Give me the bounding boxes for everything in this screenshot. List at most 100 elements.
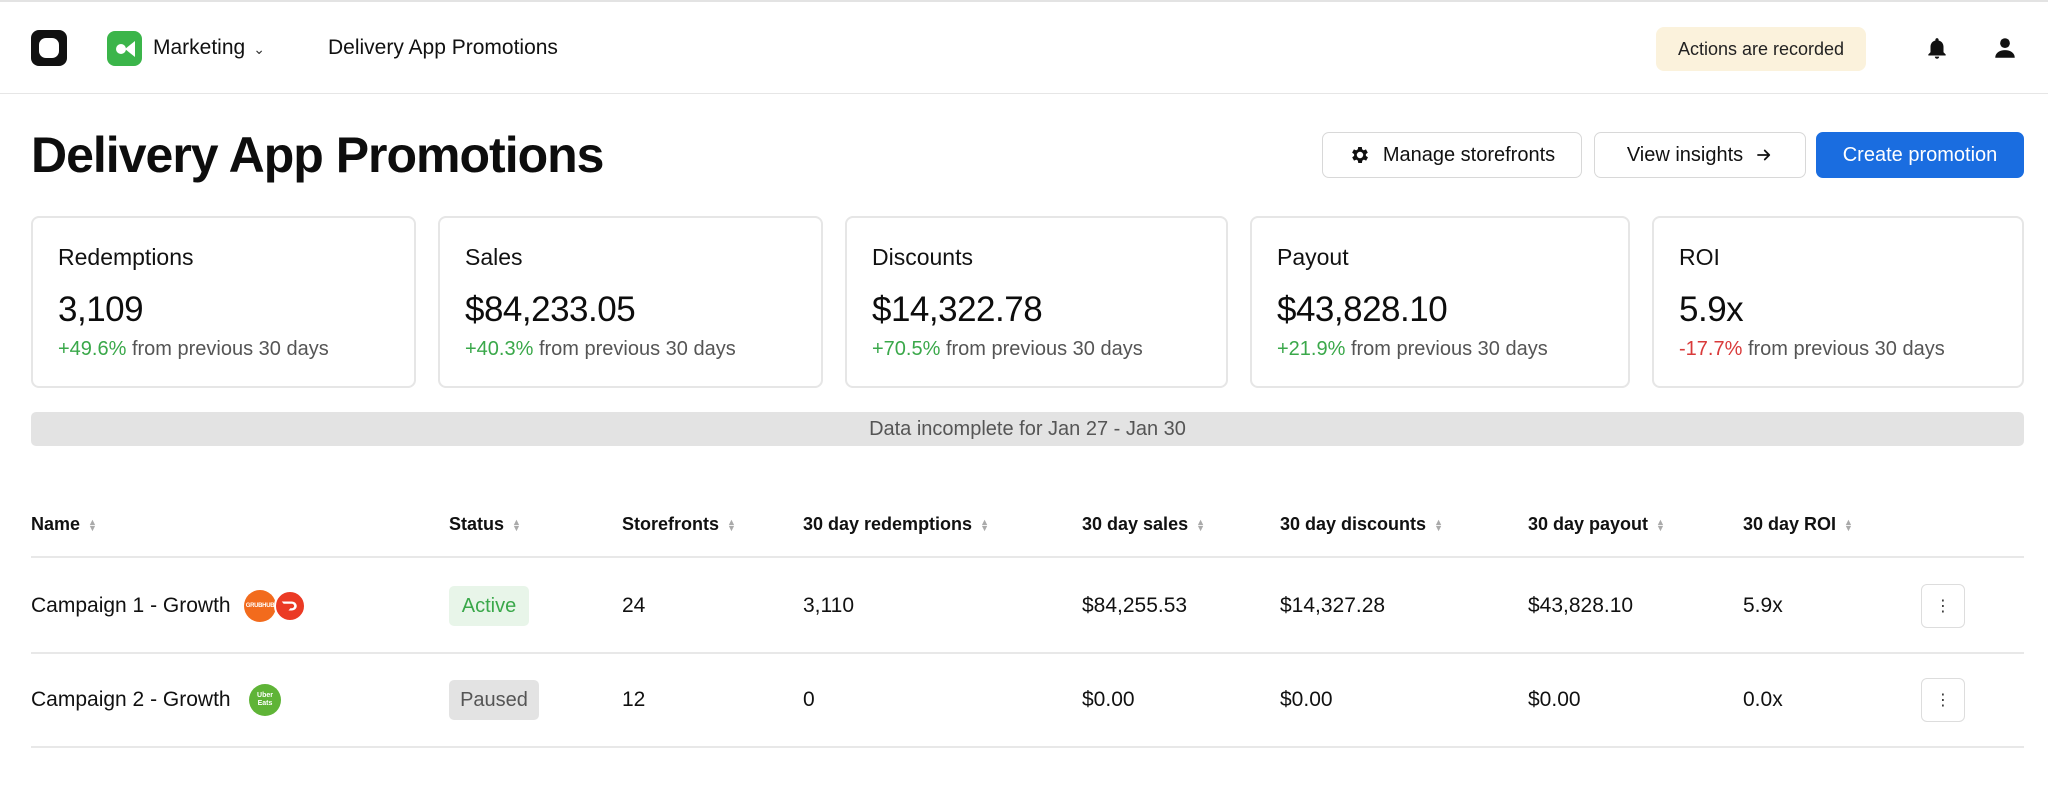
service-label: GRUBHUB [245, 603, 275, 609]
stat-label: Payout [1277, 244, 1349, 270]
stat-card-sales: Sales $84,233.05 +40.3% from previous 30… [438, 216, 823, 388]
row-divider [31, 652, 2024, 654]
stat-card-redemptions: Redemptions 3,109 +49.6% from previous 3… [31, 216, 416, 388]
view-insights-button[interactable]: View insights [1594, 132, 1806, 178]
sort-icon: ▲ ▼ [727, 516, 736, 533]
column-header-roi[interactable]: 30 day ROI ▲ ▼ [1743, 514, 1853, 535]
grubhub-logo-icon: GRUBHUB [244, 590, 276, 622]
column-header-label: Storefronts [622, 514, 720, 534]
row-divider [31, 746, 2024, 748]
campaign-name[interactable]: Campaign 1 - Growth [31, 594, 231, 618]
column-header-discounts[interactable]: 30 day discounts ▲ ▼ [1280, 514, 1443, 535]
doordash-logo-icon [274, 590, 306, 622]
storefronts-value: 24 [622, 594, 646, 617]
storefronts-value: 12 [622, 688, 646, 711]
recorded-notice: Actions are recorded [1656, 27, 1866, 71]
stat-value: $43,828.10 [1277, 290, 1448, 329]
more-vertical-icon: ⋮ [1935, 598, 1951, 615]
stat-value: 5.9x [1679, 290, 1744, 329]
stat-label: Discounts [872, 244, 973, 270]
stat-delta-percent: +49.6% [58, 338, 127, 360]
stat-delta: -17.7% from previous 30 days [1679, 338, 1945, 361]
stat-delta-text: from previous 30 days [538, 338, 736, 360]
stat-label: Redemptions [58, 244, 194, 270]
sort-icon: ▲ ▼ [1196, 516, 1206, 533]
stat-delta-percent: +70.5% [872, 338, 941, 360]
view-insights-label: View insights [1626, 143, 1744, 166]
column-header-label: 30 day ROI [1743, 514, 1837, 534]
roi-value: 0.0x [1743, 688, 1783, 711]
column-header-sales[interactable]: 30 day sales ▲ ▼ [1082, 514, 1205, 535]
stat-value: $84,233.05 [465, 290, 636, 329]
stat-delta-percent: -17.7% [1679, 338, 1743, 360]
column-header-storefronts[interactable]: Storefronts ▲ ▼ [622, 514, 736, 535]
sort-icon: ▲ ▼ [1656, 516, 1665, 533]
discounts-value: $14,327.28 [1280, 594, 1386, 617]
arrow-right-icon [1757, 149, 1771, 161]
stat-delta-text: from previous 30 days [1747, 338, 1945, 360]
column-header-status[interactable]: Status ▲ ▼ [449, 514, 521, 535]
data-incomplete-banner: Data incomplete for Jan 27 - Jan 30 [31, 412, 2024, 446]
top-bar: Marketing ⌄ Delivery App Promotions Acti… [0, 0, 2048, 94]
manage-storefronts-button[interactable]: Manage storefronts [1322, 132, 1582, 178]
redemptions-value: 0 [803, 688, 815, 711]
stat-delta-percent: +21.9% [1277, 338, 1346, 360]
stat-delta-text: from previous 30 days [945, 338, 1143, 360]
stat-delta: +21.9% from previous 30 days [1277, 338, 1548, 361]
column-header-redemptions[interactable]: 30 day redemptions ▲ ▼ [803, 514, 989, 535]
column-header-label: 30 day payout [1528, 514, 1649, 534]
discounts-value: $0.00 [1280, 688, 1333, 711]
column-header-label: Status [449, 514, 505, 534]
column-header-label: 30 day redemptions [803, 514, 973, 534]
stat-value: 3,109 [58, 290, 144, 329]
create-promotion-button[interactable]: Create promotion [1816, 132, 2024, 178]
bell-icon[interactable] [1924, 36, 1950, 62]
stat-card-payout: Payout $43,828.10 +21.9% from previous 3… [1250, 216, 1630, 388]
marketing-app-icon [107, 31, 142, 66]
uber-eats-logo-icon: Uber Eats [249, 684, 281, 716]
more-vertical-icon: ⋮ [1935, 692, 1951, 709]
payout-value: $43,828.10 [1528, 594, 1634, 617]
column-header-label: 30 day sales [1082, 514, 1189, 534]
campaign-name[interactable]: Campaign 2 - Growth [31, 688, 231, 712]
payout-value: $0.00 [1528, 688, 1581, 711]
logo-icon[interactable] [31, 30, 67, 66]
sort-icon: ▲ ▼ [1434, 516, 1443, 533]
row-menu-button[interactable]: ⋮ [1921, 678, 1965, 722]
sort-icon: ▲ ▼ [1844, 516, 1853, 533]
app-switcher-label: Marketing [153, 36, 246, 59]
sales-value: $84,255.53 [1082, 594, 1188, 617]
sort-icon: ▲ ▼ [88, 516, 97, 533]
column-header-label: Name [31, 514, 81, 534]
stat-delta: +49.6% from previous 30 days [58, 338, 329, 361]
stat-label: Sales [465, 244, 523, 270]
sort-icon: ▲ ▼ [980, 516, 989, 533]
status-badge: Paused [449, 680, 539, 720]
row-menu-button[interactable]: ⋮ [1921, 584, 1965, 628]
service-label: Uber Eats [257, 692, 273, 707]
column-header-label: 30 day discounts [1280, 514, 1427, 534]
doordash-mark [281, 601, 297, 611]
stat-delta-text: from previous 30 days [1350, 338, 1548, 360]
app-switcher[interactable]: Marketing ⌄ [153, 36, 265, 60]
manage-storefronts-label: Manage storefronts [1382, 143, 1556, 166]
stat-delta: +70.5% from previous 30 days [872, 338, 1143, 361]
stat-delta-percent: +40.3% [465, 338, 534, 360]
sales-value: $0.00 [1082, 688, 1135, 711]
stat-delta-text: from previous 30 days [131, 338, 329, 360]
stat-card-roi: ROI 5.9x -17.7% from previous 30 days [1652, 216, 2024, 388]
gear-icon [1351, 147, 1368, 163]
breadcrumb[interactable]: Delivery App Promotions [328, 36, 558, 60]
sort-icon: ▲ ▼ [512, 516, 521, 533]
table-header-divider [31, 556, 2024, 558]
column-header-payout[interactable]: 30 day payout ▲ ▼ [1528, 514, 1665, 535]
stat-card-discounts: Discounts $14,322.78 +70.5% from previou… [845, 216, 1228, 388]
stat-delta: +40.3% from previous 30 days [465, 338, 736, 361]
page-title: Delivery App Promotions [31, 127, 604, 183]
stat-value: $14,322.78 [872, 290, 1043, 329]
redemptions-value: 3,110 [803, 594, 854, 617]
column-header-name[interactable]: Name ▲ ▼ [31, 514, 97, 535]
status-badge: Active [449, 586, 529, 626]
stat-label: ROI [1679, 244, 1720, 270]
user-icon[interactable] [1992, 35, 2018, 61]
